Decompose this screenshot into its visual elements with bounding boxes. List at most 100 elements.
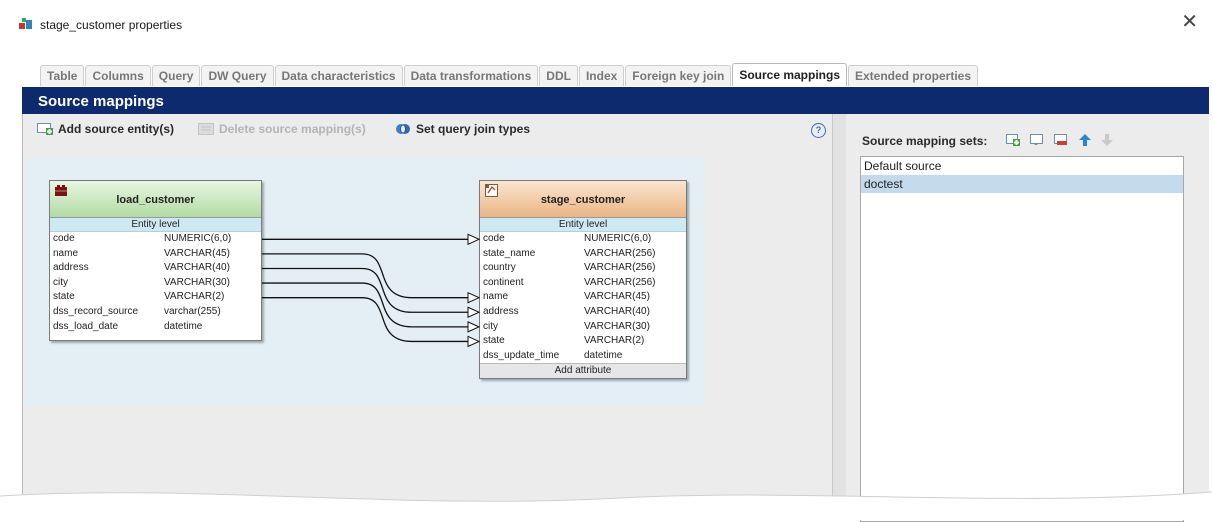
section-title: Source mappings — [38, 93, 164, 110]
source-attribute-row[interactable]: name VARCHAR(45) — [50, 247, 261, 262]
target-attribute-row[interactable]: address VARCHAR(40) — [480, 305, 686, 320]
diagram-toolbar: Add source entity(s) Delete source mappi… — [23, 114, 833, 144]
source-attribute-row[interactable]: dss_load_date datetime — [50, 320, 261, 335]
source-attribute-type: VARCHAR(2) — [164, 291, 225, 303]
mapping-set-list: Default source doctest — [860, 156, 1184, 522]
tab-ddl[interactable]: DDL — [539, 65, 578, 86]
source-entity-header: load_customer — [50, 181, 261, 218]
edit-mapping-set-icon[interactable] — [1030, 134, 1044, 146]
target-attribute-row[interactable]: code NUMERIC(6,0) — [480, 232, 686, 247]
target-attribute-name: name — [483, 291, 509, 303]
target-attribute-name: city — [483, 320, 498, 332]
tab-foreign-key-join[interactable]: Foreign key join — [625, 65, 732, 86]
delete-mapping-set-icon[interactable] — [1054, 134, 1068, 146]
mapping-set-item-default-source[interactable]: Default source — [861, 157, 1183, 175]
tab-extended-properties[interactable]: Extended properties — [848, 65, 979, 86]
target-attribute-type: VARCHAR(256) — [584, 262, 656, 274]
target-attribute-type: NUMERIC(6,0) — [584, 233, 652, 244]
target-attribute-name: country — [483, 262, 516, 274]
target-attribute-type: datetime — [584, 349, 623, 361]
target-attribute-type: VARCHAR(30) — [584, 320, 650, 332]
app-icon — [19, 18, 32, 29]
tab-dw-query[interactable]: DW Query — [201, 65, 274, 86]
source-attribute-row[interactable]: city VARCHAR(30) — [50, 276, 261, 291]
move-up-icon[interactable] — [1078, 134, 1092, 146]
set-query-join-types-button[interactable]: Set query join types — [395, 122, 530, 136]
mapping-arrowhead — [467, 306, 481, 319]
target-attribute-type: VARCHAR(256) — [584, 276, 656, 288]
target-attribute-row[interactable]: country VARCHAR(256) — [480, 261, 686, 276]
close-icon[interactable]: ✕ — [1181, 12, 1198, 32]
add-attribute-button[interactable]: Add attribute — [480, 363, 686, 379]
mapping-arrowhead — [467, 335, 481, 348]
mapping-arrowhead — [467, 291, 481, 304]
target-attribute-type: VARCHAR(40) — [584, 305, 650, 317]
target-attribute-type: VARCHAR(256) — [584, 247, 656, 259]
add-mapping-set-icon[interactable] — [1006, 134, 1020, 146]
target-attribute-row[interactable]: continent VARCHAR(256) — [480, 276, 686, 291]
target-attribute-row[interactable]: state VARCHAR(2) — [480, 334, 686, 349]
source-attribute-type: VARCHAR(45) — [164, 247, 230, 259]
mapping-set-item-doctest[interactable]: doctest — [861, 175, 1183, 193]
target-attribute-type: VARCHAR(2) — [584, 335, 645, 347]
source-entity-box[interactable]: load_customer Entity level code NUMERIC(6… — [49, 180, 262, 342]
source-attribute-list: code NUMERIC(6,0) name VARCHAR(45) address VA… — [50, 232, 261, 340]
source-entity-level: Entity level — [50, 218, 261, 232]
target-attribute-name: continent — [483, 276, 524, 288]
mapping-line — [262, 282, 469, 328]
tab-columns[interactable]: Columns — [85, 65, 151, 86]
source-entity-name: load_customer — [116, 194, 195, 206]
diagram-canvas: load_customer Entity level code NUMERIC(6… — [24, 158, 704, 404]
target-attribute-name: state_name — [483, 247, 536, 259]
delete-mapping-icon — [198, 123, 214, 135]
mapping-line — [262, 253, 469, 299]
source-attribute-name: name — [53, 247, 79, 259]
source-attribute-name: city — [53, 276, 68, 288]
source-attribute-name: address — [53, 262, 89, 274]
tab-index[interactable]: Index — [578, 65, 625, 86]
target-attribute-type: VARCHAR(45) — [584, 291, 650, 303]
source-attribute-type: datetime — [164, 320, 203, 332]
target-attribute-name: code — [483, 233, 505, 244]
delete-source-mapping-button[interactable]: Delete source mapping(s) — [198, 122, 366, 136]
source-attribute-row[interactable]: address VARCHAR(40) — [50, 261, 261, 276]
help-icon[interactable]: ? — [811, 123, 826, 138]
mapping-line — [262, 267, 469, 313]
target-entity-name: stage_customer — [540, 194, 626, 206]
window-title: stage_customer properties — [40, 18, 183, 32]
target-entity-box[interactable]: stage_customer Entity level code NUMERIC(… — [479, 180, 687, 380]
source-attribute-row[interactable]: dss_record_source varchar(255) — [50, 305, 261, 320]
tab-data-transformations[interactable]: Data transformations — [403, 65, 539, 86]
target-attribute-row[interactable]: city VARCHAR(30) — [480, 320, 686, 335]
source-mapping-sets-panel: Source mapping sets: Default source doct… — [846, 114, 1209, 522]
target-attribute-list: code NUMERIC(6,0) state_name VARCHAR(256) co… — [480, 232, 686, 363]
mapping-diagram-panel: Add source entity(s) Delete source mappi… — [22, 114, 833, 520]
tab-table[interactable]: Table — [40, 65, 85, 86]
target-attribute-name: address — [483, 305, 519, 317]
source-attribute-type: NUMERIC(6,0) — [164, 233, 232, 244]
target-entity-header: stage_customer — [480, 181, 686, 218]
source-attribute-row[interactable]: code NUMERIC(6,0) — [50, 232, 261, 247]
add-source-entity-button[interactable]: Add source entity(s) — [37, 122, 174, 136]
tab-data-characteristics[interactable]: Data characteristics — [274, 65, 403, 86]
window-titlebar: stage_customer properties ✕ — [0, 0, 1212, 46]
mapping-arrowhead — [467, 233, 481, 246]
mapping-line — [262, 297, 469, 343]
section-header: Source mappings — [22, 87, 1209, 114]
add-source-entity-label: Add source entity(s) — [58, 122, 175, 136]
source-attribute-type: varchar(255) — [164, 305, 221, 317]
set-query-join-types-label: Set query join types — [416, 122, 531, 136]
source-attribute-type: VARCHAR(40) — [164, 262, 230, 274]
move-down-icon[interactable] — [1100, 134, 1114, 146]
source-attribute-name: dss_record_source — [53, 305, 139, 317]
page-edge-decoration — [0, 491, 1212, 520]
source-attribute-type: VARCHAR(30) — [164, 276, 230, 288]
target-attribute-row[interactable]: name VARCHAR(45) — [480, 290, 686, 305]
target-attribute-row[interactable]: dss_update_time datetime — [480, 349, 686, 364]
target-attribute-row[interactable]: state_name VARCHAR(256) — [480, 247, 686, 262]
tab-query[interactable]: Query — [151, 65, 201, 86]
source-attribute-row[interactable]: state VARCHAR(2) — [50, 290, 261, 305]
source-attribute-name: state — [53, 291, 75, 303]
target-attribute-name: state — [483, 335, 505, 347]
tab-source-mappings[interactable]: Source mappings — [732, 63, 847, 86]
